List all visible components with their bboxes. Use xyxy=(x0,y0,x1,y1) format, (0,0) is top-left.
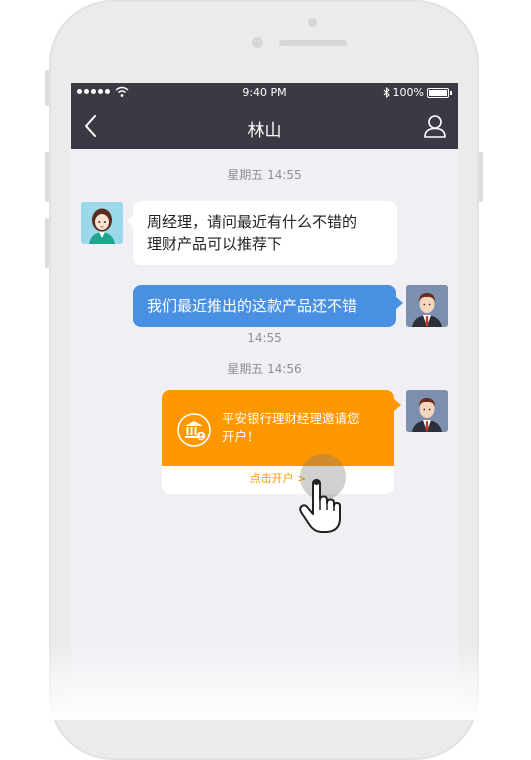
power-button xyxy=(479,152,483,202)
message-text-line: 理财产品可以推荐下 xyxy=(147,235,283,253)
avatar-manager[interactable] xyxy=(406,390,448,432)
timestamp: 星期五 14:55 xyxy=(227,168,302,182)
battery-percent: 100% xyxy=(392,86,424,99)
avatar-manager[interactable] xyxy=(406,285,448,327)
proximity-sensor xyxy=(308,18,317,27)
male-avatar-icon xyxy=(406,390,448,432)
account-invite-card[interactable]: 平安银行理财经理邀请您 开户！ 点击开户 > xyxy=(162,390,394,494)
battery-indicator: 100% xyxy=(383,86,452,99)
open-account-link[interactable]: 点击开户 > xyxy=(162,466,394,494)
bluetooth-icon xyxy=(383,87,390,98)
message-bubble-incoming[interactable]: 周经理，请问最近有什么不错的 理财产品可以推荐下 xyxy=(133,201,397,265)
avatar-customer[interactable] xyxy=(81,202,123,244)
status-bar: 9:40 PM 100% xyxy=(71,83,458,103)
pointing-hand-icon xyxy=(299,479,341,533)
bottom-fade xyxy=(0,640,531,720)
front-camera xyxy=(252,37,263,48)
volume-up-button xyxy=(45,152,49,202)
message-bubble-outgoing[interactable]: 我们最近推出的这款产品还不错 xyxy=(133,285,396,327)
card-text-line: 平安银行理财经理邀请您 xyxy=(222,411,360,426)
bubble-tail xyxy=(396,297,403,309)
bubble-tail xyxy=(394,399,401,411)
volume-down-button xyxy=(45,218,49,268)
female-avatar-icon xyxy=(81,202,123,244)
earpiece-speaker xyxy=(279,40,347,46)
phone-screen: 9:40 PM 100% 林山 星期五 14:55 周经理，请问最近有什么不错的… xyxy=(71,83,458,720)
message-text: 我们最近推出的这款产品还不错 xyxy=(147,297,358,315)
mute-switch xyxy=(45,70,49,106)
message-text-line: 周经理，请问最近有什么不错的 xyxy=(147,213,358,231)
card-text-line: 开户！ xyxy=(222,429,260,444)
card-header: 平安银行理财经理邀请您 开户！ xyxy=(162,390,394,466)
male-avatar-icon xyxy=(406,285,448,327)
battery-icon xyxy=(427,87,449,98)
battery-nub xyxy=(450,90,452,95)
card-message: 平安银行理财经理邀请您 开户！ xyxy=(222,410,382,446)
bank-icon xyxy=(177,413,211,447)
page-title: 林山 xyxy=(247,121,282,141)
message-time: 14:55 xyxy=(247,331,282,345)
timestamp: 星期五 14:56 xyxy=(227,362,302,376)
user-profile-icon[interactable] xyxy=(422,113,448,139)
nav-bar: 林山 xyxy=(71,103,458,149)
